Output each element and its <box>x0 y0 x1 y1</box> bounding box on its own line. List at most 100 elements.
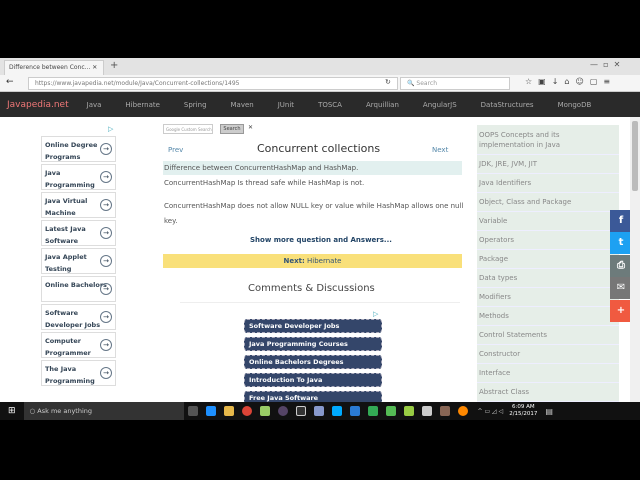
window-controls[interactable]: — ▫ ✕ <box>590 60 620 69</box>
app-icon[interactable] <box>313 406 324 416</box>
new-tab-button[interactable]: + <box>110 60 118 71</box>
app-icon[interactable] <box>259 406 270 416</box>
topic-link[interactable]: Control Statements <box>477 326 619 345</box>
print-icon[interactable]: ⎙ <box>610 255 632 277</box>
nav-hibernate[interactable]: Hibernate <box>125 101 160 109</box>
app-icon[interactable] <box>439 406 450 416</box>
reload-icon[interactable]: ↻ <box>385 78 391 86</box>
app-icon[interactable] <box>385 406 396 416</box>
nav-spring[interactable]: Spring <box>184 101 207 109</box>
arrow-icon: → <box>100 339 112 351</box>
topic-link[interactable]: OOPS Concepts and its implementation in … <box>477 125 619 155</box>
adchoices-icon[interactable]: ▷ <box>373 310 378 318</box>
notepad-icon[interactable] <box>403 406 414 416</box>
mail-icon[interactable] <box>331 406 342 416</box>
nav-java[interactable]: Java <box>87 101 102 109</box>
photos-icon[interactable] <box>367 406 378 416</box>
windows-start-icon[interactable]: ⊞ <box>8 406 16 416</box>
nav-angularjs[interactable]: AngularJS <box>423 101 457 109</box>
scroll-thumb[interactable] <box>632 121 638 191</box>
settings-icon[interactable] <box>421 406 432 416</box>
nav-maven[interactable]: Maven <box>231 101 254 109</box>
prev-link[interactable]: Prev <box>168 146 183 154</box>
clear-icon[interactable]: ✕ <box>248 124 253 131</box>
firefox-icon[interactable] <box>457 406 468 416</box>
ad-label: Latest Java Software <box>45 225 86 245</box>
twitter-share-icon[interactable]: t <box>610 232 632 254</box>
ad-button[interactable]: Software Developer Jobs <box>244 319 382 333</box>
back-button[interactable]: ← <box>6 77 14 87</box>
cortana-search[interactable]: ○ Ask me anything <box>23 402 184 420</box>
more-share-icon[interactable]: + <box>610 300 632 322</box>
cortana-placeholder: Ask me anything <box>37 407 93 415</box>
next-link[interactable]: Next <box>432 146 448 154</box>
chrome-icon[interactable] <box>241 406 252 416</box>
ad-link[interactable]: The Java Programming → <box>41 360 116 386</box>
next-topic: Hibernate <box>307 257 342 265</box>
ad-link[interactable]: Java Virtual Machine → <box>41 192 116 218</box>
ad-link[interactable]: Latest Java Software → <box>41 220 116 246</box>
file-explorer-icon[interactable] <box>223 406 234 416</box>
adchoices-icon[interactable]: ▷ <box>108 125 113 133</box>
topic-link[interactable]: Constructor <box>477 345 619 364</box>
topic-sidebar: OOPS Concepts and its implementation in … <box>477 125 619 410</box>
ad-link[interactable]: Java Programming → <box>41 164 116 190</box>
notifications-icon[interactable]: ▤ <box>545 407 553 416</box>
arrow-icon: → <box>100 199 112 211</box>
google-search-input[interactable]: Google Custom Search <box>163 124 213 134</box>
nav-datastructures[interactable]: DataStructures <box>481 101 534 109</box>
system-tray-icons[interactable]: ^ ▭ ◿ ◁ <box>478 408 504 415</box>
topic-link[interactable]: Abstract Class <box>477 383 619 402</box>
terminal-icon[interactable] <box>295 406 306 416</box>
ad-link[interactable]: Computer Programmer → <box>41 332 116 358</box>
close-tab-icon[interactable]: ✕ <box>92 64 97 71</box>
address-input[interactable]: https://www.javapedia.net/module/Java/Co… <box>28 77 398 90</box>
topic-link[interactable]: Variable <box>477 212 619 231</box>
browser-tab[interactable]: Difference between Conc... ✕ <box>4 60 104 75</box>
arrow-icon: → <box>100 311 112 323</box>
eclipse-icon[interactable] <box>277 406 288 416</box>
ad-button[interactable]: Free Java Software <box>244 391 382 402</box>
nav-junit[interactable]: JUnit <box>278 101 294 109</box>
ad-button[interactable]: Introduction To Java <box>244 373 382 387</box>
toolbar-icons[interactable]: ☆▣↓⌂☺▢≡ <box>525 77 616 86</box>
ad-link[interactable]: Online Degree Programs → <box>41 136 116 162</box>
ad-link[interactable]: Software Developer Jobs → <box>41 304 116 330</box>
ad-label: Java Applet Testing <box>45 253 87 273</box>
email-icon[interactable]: ✉ <box>610 277 632 299</box>
topic-link[interactable]: Object, Class and Package <box>477 193 619 212</box>
arrow-icon: → <box>100 283 112 295</box>
topic-link[interactable]: Java Identifiers <box>477 174 619 193</box>
show-more-link[interactable]: Show more question and Answers... <box>250 236 392 244</box>
edge-icon[interactable] <box>205 406 216 416</box>
arrow-icon: → <box>100 171 112 183</box>
clock[interactable]: 6:09 AM 2/15/2017 <box>509 404 537 418</box>
vscode-icon[interactable] <box>349 406 360 416</box>
nav-tosca[interactable]: TOSCA <box>318 101 342 109</box>
tab-title: Difference between Conc... <box>9 64 91 71</box>
next-topic-bar[interactable]: Next: Hibernate <box>163 254 462 268</box>
nav-mongodb[interactable]: MongoDB <box>558 101 592 109</box>
topic-link[interactable]: JDK, JRE, JVM, JIT <box>477 155 619 174</box>
scrollbar[interactable] <box>630 117 640 402</box>
topic-link[interactable]: Data types <box>477 269 619 288</box>
site-logo[interactable]: Javapedia.net <box>7 100 69 110</box>
browser-search-input[interactable]: 🔍 Search <box>400 77 510 90</box>
search-placeholder: Search <box>416 80 438 87</box>
topic-link[interactable]: Interface <box>477 364 619 383</box>
topic-link[interactable]: Modifiers <box>477 288 619 307</box>
ad-label: Java Virtual Machine <box>45 197 88 217</box>
ad-link[interactable]: Online Bachelors → <box>41 276 116 302</box>
topic-link[interactable]: Operators <box>477 231 619 250</box>
ad-link[interactable]: Java Applet Testing → <box>41 248 116 274</box>
google-search-button[interactable]: Search <box>220 124 244 134</box>
taskbar: ⊞ ○ Ask me anything ^ ▭ ◿ ◁ 6:09 AM 2/15/… <box>0 402 640 420</box>
ad-button[interactable]: Java Programming Courses <box>244 337 382 351</box>
topic-link[interactable]: Package <box>477 250 619 269</box>
page-title: Concurrent collections <box>257 142 381 155</box>
topic-link[interactable]: Methods <box>477 307 619 326</box>
nav-arquillian[interactable]: Arquillian <box>366 101 399 109</box>
ad-button[interactable]: Online Bachelors Degrees <box>244 355 382 369</box>
task-view-icon[interactable] <box>187 406 198 416</box>
facebook-share-icon[interactable]: f <box>610 210 632 232</box>
